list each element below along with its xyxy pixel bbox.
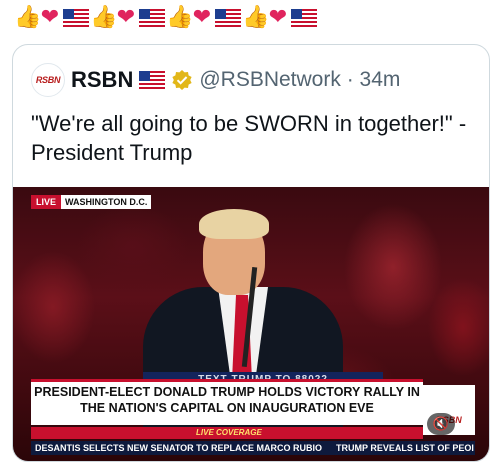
ticker-item-2: TRUMP REVEALS LIST OF PEOI (336, 443, 474, 453)
us-flag-icon (290, 4, 318, 32)
quoted-post-text: "We're all going to be SWORN in together… (31, 111, 467, 165)
us-flag-icon (138, 4, 166, 32)
us-flag-icon (214, 4, 242, 32)
rsbn-avatar[interactable]: RSBN (31, 63, 65, 97)
location-label: WASHINGTON D.C. (61, 195, 152, 209)
news-ticker: DESANTIS SELECTS NEW SENATOR TO REPLACE … (31, 441, 475, 455)
ticker-item-1: DESANTIS SELECTS NEW SENATOR TO REPLACE … (35, 443, 323, 453)
heart-icon: ❤ (268, 5, 288, 30)
news-lower-third: PRESIDENT-ELECT DONALD TRUMP HOLDS VICTO… (31, 379, 423, 425)
live-label: LIVE (31, 195, 62, 209)
thumbs-up-icon: 👍 (90, 5, 118, 30)
handle-and-timestamp[interactable]: @RSBNetwork · 34m (199, 68, 400, 92)
live-location-tag: LIVE WASHINGTON D.C. (31, 195, 152, 209)
heart-icon: ❤ (116, 5, 136, 30)
quoted-post-card[interactable]: RSBN RSBN @RSBNetwork · 34m "We're all g… (12, 44, 490, 462)
mute-icon[interactable]: 🔇 (427, 413, 455, 435)
us-flag-icon (139, 71, 166, 89)
thumbs-up-icon: 👍 (166, 5, 194, 30)
quoted-post-header: RSBN RSBN @RSBNetwork · 34m (31, 63, 400, 97)
reaction-emoji-row: 👍 ❤ 👍 ❤ 👍 ❤ 👍 ❤ (14, 4, 318, 32)
speaker-hair (199, 209, 269, 239)
lower-third-headline: PRESIDENT-ELECT DONALD TRUMP HOLDS VICTO… (34, 385, 420, 415)
video-player[interactable]: TEXT TRUMP TO 88022 LIVE WASHINGTON D.C.… (13, 187, 489, 461)
us-flag-icon (62, 4, 90, 32)
display-name[interactable]: RSBN (71, 67, 133, 93)
live-coverage-strip: LIVE COVERAGE (31, 427, 423, 439)
thumbs-up-icon: 👍 (242, 5, 270, 30)
thumbs-up-icon: 👍 (14, 5, 42, 30)
heart-icon: ❤ (40, 5, 60, 30)
verified-badge-icon (172, 70, 192, 90)
heart-icon: ❤ (192, 5, 212, 30)
